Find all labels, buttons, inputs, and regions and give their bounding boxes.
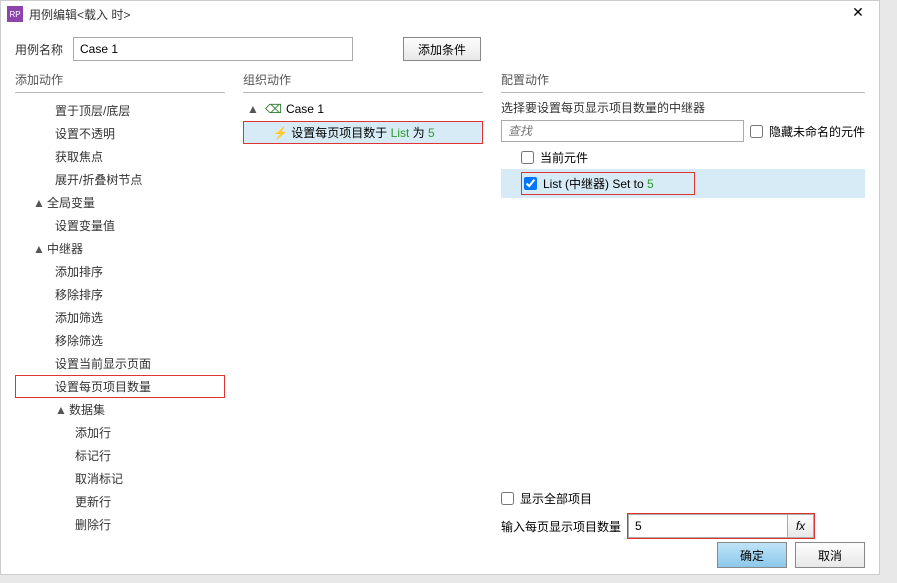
tree-item[interactable]: 设置不透明	[15, 122, 225, 145]
current-widget-label: 当前元件	[540, 149, 588, 166]
tree-item-label: 全局变量	[47, 196, 95, 210]
tree-item[interactable]: 展开/折叠树节点	[15, 168, 225, 191]
hide-unnamed-row[interactable]: 隐藏未命名的元件	[750, 123, 865, 140]
chevron-icon: ▲	[33, 196, 43, 210]
action-text: 设置每页项目数于 List 为 5	[291, 126, 434, 140]
tree-item-label: 标记行	[75, 449, 111, 463]
configure-action-column: 配置动作 选择要设置每页显示项目数量的中继器 隐藏未命名的元件 当前元件	[501, 71, 865, 539]
tree-item-label: 设置每页项目数量	[55, 380, 151, 394]
input-count-wrap: fx	[627, 513, 815, 539]
bolt-icon: ⚡	[273, 126, 288, 140]
fx-button[interactable]: fx	[788, 514, 814, 538]
tree-item[interactable]: ▲ 中继器	[15, 237, 225, 260]
current-widget-checkbox[interactable]	[521, 151, 534, 164]
tree-item-label: 展开/折叠树节点	[55, 173, 142, 187]
tree-item[interactable]: 设置当前显示页面	[15, 352, 225, 375]
organize-action-header: 组织动作	[243, 71, 483, 93]
show-all-row[interactable]: 显示全部项目	[501, 490, 865, 507]
tree-item[interactable]: 设置变量值	[15, 214, 225, 237]
search-input[interactable]	[501, 120, 744, 142]
folder-icon: ⌫	[265, 102, 282, 116]
case-label: Case 1	[286, 102, 324, 116]
list-widget-item[interactable]: List (中继器) Set to 5	[501, 169, 865, 198]
target-tree[interactable]: 当前元件 List (中继器) Set to 5	[501, 146, 865, 484]
input-count-label: 输入每页显示项目数量	[501, 518, 621, 535]
add-action-header: 添加动作	[15, 71, 225, 93]
configure-action-header: 配置动作	[501, 71, 865, 93]
tree-item[interactable]: 添加排序	[15, 260, 225, 283]
tree-item[interactable]: ▲ 全局变量	[15, 191, 225, 214]
tree-item-label: 获取焦点	[55, 150, 103, 164]
tree-item-label: 置于顶层/底层	[55, 104, 130, 118]
tree-item-label: 添加行	[75, 426, 111, 440]
hide-unnamed-checkbox[interactable]	[750, 125, 763, 138]
tree-item-label: 删除行	[75, 518, 111, 532]
tree-item-label: 取消标记	[75, 472, 123, 486]
list-widget-checkbox[interactable]	[524, 177, 537, 190]
add-action-column: 添加动作 置于顶层/底层设置不透明获取焦点展开/折叠树节点 ▲ 全局变量设置变量值 ▲…	[15, 71, 225, 539]
tree-item[interactable]: 设置每页项目数量	[15, 375, 225, 398]
tree-item[interactable]: ▲其他	[15, 536, 225, 539]
tree-item[interactable]: 添加行	[15, 421, 225, 444]
tree-item-label: 设置变量值	[55, 219, 115, 233]
tree-item[interactable]: 添加筛选	[15, 306, 225, 329]
app-icon: RP	[7, 6, 23, 22]
show-all-checkbox[interactable]	[501, 492, 514, 505]
title-bar: RP 用例编辑<载入 时> ✕	[1, 1, 879, 27]
tree-item-label: 添加筛选	[55, 311, 103, 325]
case-node[interactable]: ▲ ⌫ Case 1	[243, 99, 483, 119]
items-per-page-input[interactable]	[628, 514, 788, 538]
case-name-input[interactable]	[73, 37, 353, 61]
tree-item[interactable]: 更新行	[15, 490, 225, 513]
ok-button[interactable]: 确定	[717, 542, 787, 568]
chevron-icon: ▲	[55, 403, 65, 417]
tree-item-label: 设置当前显示页面	[55, 357, 151, 371]
add-condition-button[interactable]: 添加条件	[403, 37, 481, 61]
dialog-title: 用例编辑<载入 时>	[29, 6, 843, 23]
tree-item-label: 数据集	[69, 403, 105, 417]
organize-action-column: 组织动作 ▲ ⌫ Case 1 ⚡ 设置每页项目数于 List 为 5	[243, 71, 483, 539]
tree-item[interactable]: ▲ 数据集	[15, 398, 225, 421]
dialog: RP 用例编辑<载入 时> ✕ 用例名称 添加条件 添加动作 置于顶层/底层设置…	[0, 0, 880, 575]
chevron-icon: ▲	[33, 242, 43, 256]
tree-item-label: 设置不透明	[55, 127, 115, 141]
tree-item[interactable]: 获取焦点	[15, 145, 225, 168]
action-node[interactable]: ⚡ 设置每页项目数于 List 为 5	[243, 121, 483, 144]
show-all-label: 显示全部项目	[520, 490, 592, 507]
close-icon[interactable]: ✕	[843, 4, 873, 24]
list-widget-label: List (中继器) Set to 5	[543, 175, 654, 192]
tree-item[interactable]: 移除排序	[15, 283, 225, 306]
tree-item[interactable]: 标记行	[15, 444, 225, 467]
configure-desc: 选择要设置每页显示项目数量的中继器	[501, 99, 865, 116]
tree-item[interactable]: 移除筛选	[15, 329, 225, 352]
action-tree[interactable]: 置于顶层/底层设置不透明获取焦点展开/折叠树节点 ▲ 全局变量设置变量值 ▲ 中继器添加…	[15, 99, 225, 539]
tree-item[interactable]: 删除行	[15, 513, 225, 536]
tree-item[interactable]: 取消标记	[15, 467, 225, 490]
chevron-down-icon: ▲	[247, 102, 257, 116]
tree-item-label: 更新行	[75, 495, 111, 509]
tree-item-label: 移除筛选	[55, 334, 103, 348]
hide-unnamed-label: 隐藏未命名的元件	[769, 123, 865, 140]
case-name-label: 用例名称	[15, 41, 63, 58]
footer: 确定 取消	[717, 542, 865, 568]
current-widget-item[interactable]: 当前元件	[501, 146, 865, 169]
cancel-button[interactable]: 取消	[795, 542, 865, 568]
tree-item-label: 添加排序	[55, 265, 103, 279]
organize-tree[interactable]: ▲ ⌫ Case 1 ⚡ 设置每页项目数于 List 为 5	[243, 99, 483, 539]
tree-item[interactable]: 置于顶层/底层	[15, 99, 225, 122]
tree-item-label: 中继器	[47, 242, 83, 256]
tree-item-label: 移除排序	[55, 288, 103, 302]
header-row: 用例名称 添加条件	[1, 27, 879, 71]
